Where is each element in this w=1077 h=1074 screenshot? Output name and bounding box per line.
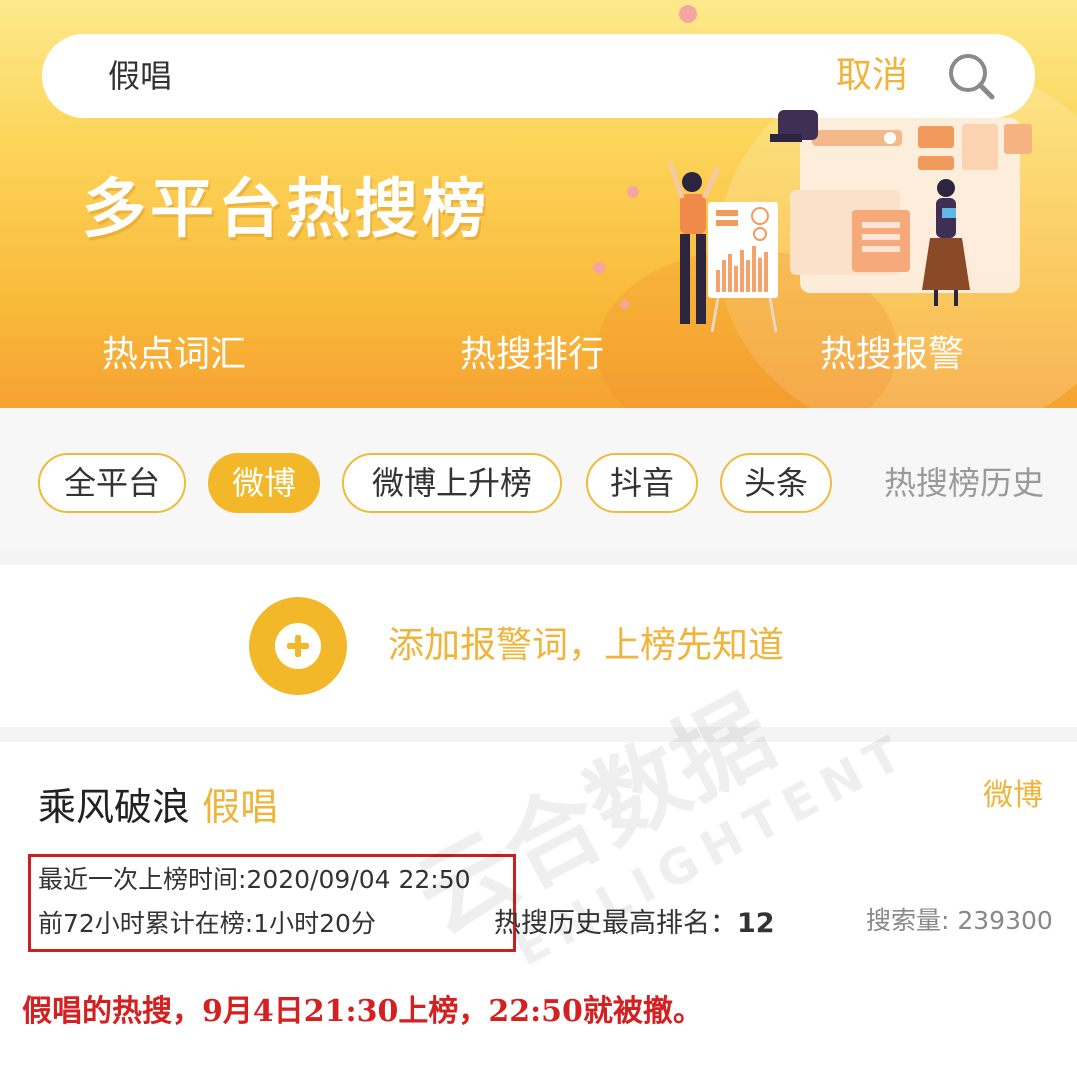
result-title-keyword: 假唱 [202, 785, 279, 829]
section-divider [0, 727, 1077, 742]
search-icon[interactable] [945, 50, 997, 102]
tab-all-platforms[interactable]: 全平台 [38, 453, 186, 513]
search-input[interactable]: 假唱 [108, 56, 172, 96]
tab-douyin[interactable]: 抖音 [586, 453, 698, 513]
tab-weibo-rising[interactable]: 微博上升榜 [342, 453, 562, 513]
nav-hot-alert[interactable]: 热搜报警 [820, 330, 964, 380]
add-alert-button[interactable] [249, 597, 347, 695]
platform-filter-bar: 全平台 微博 微博上升榜 抖音 头条 热搜榜历史 [0, 408, 1077, 550]
result-title: 乘风破浪 假唱 [38, 782, 278, 832]
nav-hot-ranking[interactable]: 热搜排行 [460, 330, 604, 380]
hero-banner: 假唱 取消 多平台热搜榜 热点词汇 热搜排行 热搜报警 [0, 0, 1077, 408]
add-alert-text[interactable]: 添加报警词，上榜先知道 [388, 623, 784, 669]
tab-toutiao[interactable]: 头条 [720, 453, 832, 513]
result-platform-tag: 微博 [983, 778, 1043, 813]
result-title-prefix: 乘风破浪 [38, 785, 191, 829]
dashboard-illustration [667, 110, 1032, 333]
decor-dot [679, 5, 697, 23]
highest-rank-label: 热搜历史最高排名： [494, 908, 737, 939]
nav-hot-words[interactable]: 热点词汇 [102, 330, 246, 380]
last-on-list-time: 最近一次上榜时间:2020/09/04 22:50 [38, 865, 471, 894]
search-bar: 假唱 取消 [42, 34, 1035, 118]
cancel-button[interactable]: 取消 [836, 54, 908, 98]
search-volume: 搜索量: 239300 [866, 906, 1053, 935]
plus-icon [275, 623, 321, 669]
red-annotation-caption: 假唱的热搜，9月4日21:30上榜，22:50就被撤。 [22, 994, 703, 1029]
hot-search-result-card[interactable]: 乘风破浪 假唱 微博 最近一次上榜时间:2020/09/04 22:50 前72… [0, 742, 1077, 1074]
highest-rank-value: 12 [737, 908, 775, 939]
add-alert-row[interactable]: 添加报警词，上榜先知道 [0, 565, 1077, 727]
highest-rank: 热搜历史最高排名：12 [494, 907, 775, 941]
section-divider [0, 550, 1077, 565]
banner-title: 多平台热搜榜 [82, 173, 490, 247]
hot-search-history-link[interactable]: 热搜榜历史 [884, 461, 1044, 505]
tab-weibo[interactable]: 微博 [208, 453, 320, 513]
cumulative-duration-72h: 前72小时累计在榜:1小时20分 [38, 909, 376, 938]
